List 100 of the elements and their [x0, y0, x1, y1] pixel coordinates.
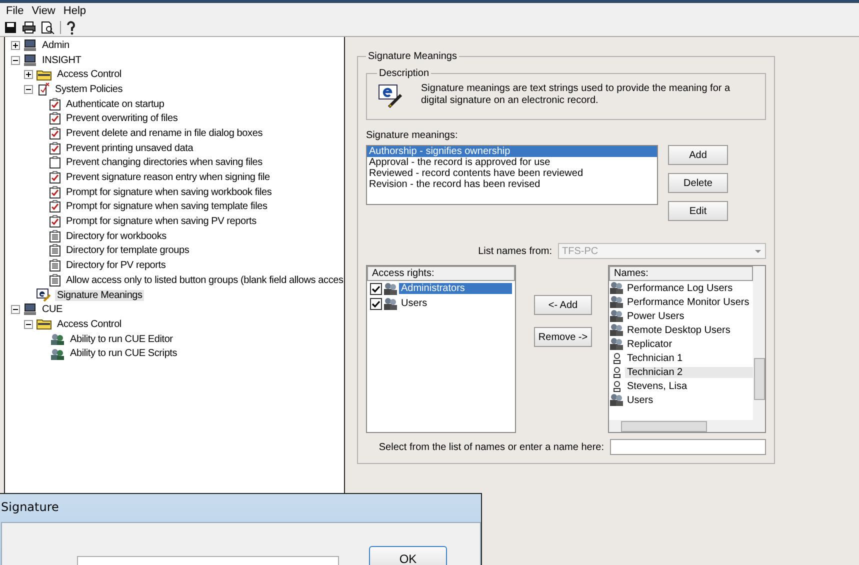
group-title: Signature Meanings — [367, 51, 458, 62]
action-button[interactable]: Edit — [668, 201, 728, 221]
tree-item[interactable]: Ability to run CUE Editor — [68, 334, 175, 345]
group-title: Description — [378, 68, 430, 79]
name-item[interactable]: Remote Desktop Users — [625, 324, 753, 336]
checkbox-icon[interactable] — [49, 171, 61, 184]
user-icon — [612, 380, 620, 392]
checkbox[interactable] — [370, 298, 382, 310]
users-icon — [49, 332, 65, 346]
checkbox-icon[interactable] — [49, 112, 61, 126]
collapse-icon[interactable] — [24, 84, 33, 94]
group-icon — [609, 337, 624, 351]
name-item[interactable]: Replicator — [625, 338, 753, 350]
checkbox-icon[interactable] — [49, 156, 61, 170]
tree-item[interactable]: Access Control — [55, 69, 124, 80]
collapse-icon[interactable] — [11, 56, 20, 65]
name-item[interactable]: Technician 2 — [625, 366, 753, 378]
name-item[interactable]: Users — [625, 394, 753, 406]
tree-item[interactable]: Directory for PV reports — [64, 260, 168, 272]
clipboard-icon — [49, 274, 61, 287]
horizontal-scrollbar[interactable] — [609, 420, 753, 432]
vertical-scrollbar[interactable] — [753, 266, 765, 432]
name-entry-label: Select from the list of names or enter a name here: — [378, 442, 604, 452]
folder-icon — [36, 68, 52, 81]
tree-item[interactable]: Prevent printing unsaved data — [64, 142, 196, 154]
meanings-label: Signature meanings: — [366, 130, 459, 141]
tree-item[interactable]: Authenticate on startup — [64, 98, 166, 110]
tree-item[interactable]: Signature Meanings — [55, 290, 144, 301]
name-item[interactable]: Performance Log Users — [625, 282, 753, 294]
expand-icon[interactable] — [11, 40, 20, 50]
checkbox-icon[interactable] — [49, 215, 61, 228]
group-icon — [609, 393, 624, 407]
collapse-icon[interactable] — [11, 305, 20, 314]
expand-icon[interactable] — [24, 70, 33, 80]
tree-item[interactable]: Prompt for signature when saving PV reports — [64, 216, 258, 228]
checkbox-icon[interactable] — [49, 142, 61, 155]
tree-item[interactable]: Directory for template groups — [64, 245, 192, 256]
folder-icon — [36, 318, 52, 330]
menu-item[interactable]: View — [32, 5, 56, 17]
checkbox-icon[interactable] — [49, 186, 61, 199]
tree-item[interactable]: Prevent signature reason entry when signing file — [64, 172, 272, 184]
tree-item[interactable]: Access Control — [55, 318, 124, 330]
tree-item[interactable]: Ability to run CUE Scripts — [68, 348, 180, 360]
name-item[interactable]: Technician 1 — [625, 352, 753, 364]
remove-button[interactable]: Remove -> — [534, 327, 592, 347]
action-button[interactable]: Delete — [668, 173, 728, 193]
clipboard-icon — [49, 244, 61, 258]
menu-item[interactable]: File — [6, 5, 24, 17]
column-header[interactable]: Access rights: — [367, 266, 515, 281]
tree-item[interactable]: Directory for workbooks — [64, 230, 168, 242]
group-icon — [609, 309, 624, 323]
tree-item[interactable]: Prevent delete and rename in file dialog boxes — [64, 128, 264, 139]
meaning-item[interactable]: Revision - the record has been revised — [367, 179, 657, 190]
name-item[interactable]: Performance Monitor Users — [625, 296, 753, 308]
group-icon — [383, 296, 398, 310]
checkbox-icon[interactable] — [49, 98, 61, 111]
tree-item[interactable]: Prompt for signature when saving workbook files — [64, 186, 274, 198]
group-icon — [609, 295, 624, 309]
users-icon — [49, 346, 65, 361]
action-button[interactable]: Add — [668, 145, 728, 165]
ok-button[interactable]: OK — [369, 546, 447, 565]
menu-item[interactable]: Help — [63, 5, 86, 17]
save-icon[interactable] — [4, 21, 17, 34]
signature-icon — [36, 288, 52, 302]
tree-item[interactable]: Admin — [40, 40, 72, 51]
meaning-item[interactable]: Authorship - signifies ownership — [367, 146, 657, 157]
description-text: Signature meanings are text strings used to provide the meaning for a digital signature on an electronic record. — [421, 83, 731, 107]
meaning-item[interactable]: Approval - the record is approved for use — [367, 157, 657, 168]
name-entry-field[interactable] — [610, 439, 766, 455]
dialog-title: Signature — [0, 499, 60, 516]
add-button[interactable]: <- Add — [534, 295, 592, 315]
tree-item[interactable]: Prevent overwriting of files — [64, 113, 180, 124]
tree-item[interactable]: System Policies — [53, 84, 125, 95]
checkbox-icon[interactable] — [49, 126, 61, 140]
clipboard-icon — [49, 230, 61, 243]
print-icon[interactable] — [22, 21, 36, 34]
checkbox[interactable] — [370, 282, 382, 294]
tree-item[interactable]: Allow access only to listed button groups (blank field allows acces — [64, 274, 344, 286]
name-item[interactable]: Power Users — [625, 310, 753, 322]
tree-item[interactable]: Prevent changing directories when saving files — [64, 157, 264, 168]
name-item[interactable]: Stevens, Lisa — [625, 380, 753, 392]
clipboard-icon — [49, 259, 61, 272]
access-item[interactable]: Users — [399, 298, 512, 309]
computer-icon — [23, 303, 37, 316]
user-icon — [612, 352, 620, 364]
list-names-label: List names from: — [478, 246, 552, 256]
group-icon — [383, 282, 398, 296]
group-icon — [609, 281, 624, 295]
signature-icon — [377, 83, 405, 109]
help-icon[interactable] — [66, 20, 76, 34]
tree-item[interactable]: CUE — [40, 304, 65, 316]
checkbox-icon[interactable] — [49, 200, 61, 214]
tree-item[interactable]: Prompt for signature when saving template files — [64, 201, 270, 212]
print-preview-icon[interactable] — [41, 21, 55, 34]
collapse-icon[interactable] — [24, 320, 33, 329]
access-item[interactable]: Administrators — [399, 283, 512, 294]
tree-item[interactable]: INSIGHT — [40, 54, 84, 66]
computer-icon — [23, 54, 37, 67]
column-header[interactable]: Names: — [609, 266, 753, 281]
meaning-item[interactable]: Reviewed - record contents have been reviewed — [367, 168, 657, 179]
